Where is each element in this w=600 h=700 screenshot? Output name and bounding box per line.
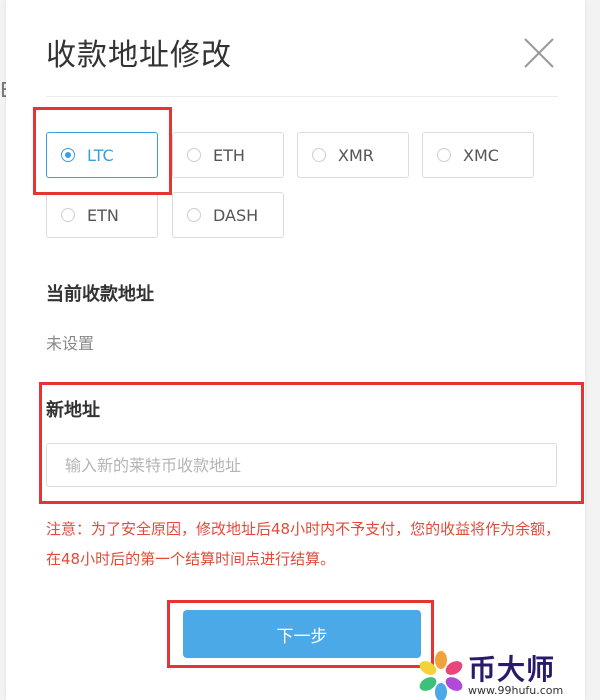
notice-text: 注意：为了安全原因，修改地址后48小时内不予支付，您的收益将作为余额，在48小时… [46,520,561,568]
coin-label: XMR [338,145,374,165]
new-address-label: 新地址 [46,400,100,421]
radio-icon [437,148,451,162]
close-button[interactable] [522,36,556,70]
title-divider [46,96,558,97]
radio-icon [187,208,201,222]
watermark-url: www.99hufu.com [468,684,564,697]
coin-option-eth[interactable]: ETH [172,132,284,178]
radio-icon [61,208,75,222]
watermark-name: 币大师 [468,653,556,686]
radio-selected-icon [61,148,75,162]
coin-label: ETH [213,145,245,165]
coin-option-dash[interactable]: DASH [172,192,284,238]
page: E 收款地址修改 LTC ETH XMR [0,0,600,700]
coin-option-xmr[interactable]: XMR [297,132,409,178]
radio-icon [312,148,326,162]
coin-label: DASH [213,205,259,225]
flower-logo-icon [419,651,463,700]
radio-icon [187,148,201,162]
watermark: 币大师 www.99hufu.com [418,648,598,700]
coin-label: XMC [463,145,499,165]
next-step-button[interactable]: 下一步 [183,610,421,658]
address-modify-dialog: 收款地址修改 LTC ETH XMR XMC ETN DASH 当前收款地址 未… [6,0,585,700]
new-address-input[interactable] [46,443,557,487]
coin-option-etn[interactable]: ETN [46,192,158,238]
current-address-label: 当前收款地址 [46,284,154,305]
coin-option-xmc[interactable]: XMC [422,132,534,178]
coin-label: LTC [87,145,114,165]
coin-label: ETN [87,205,119,225]
current-address-value: 未设置 [46,334,95,353]
close-icon [524,38,554,68]
coin-option-ltc[interactable]: LTC [46,132,158,178]
dialog-title: 收款地址修改 [46,38,232,73]
